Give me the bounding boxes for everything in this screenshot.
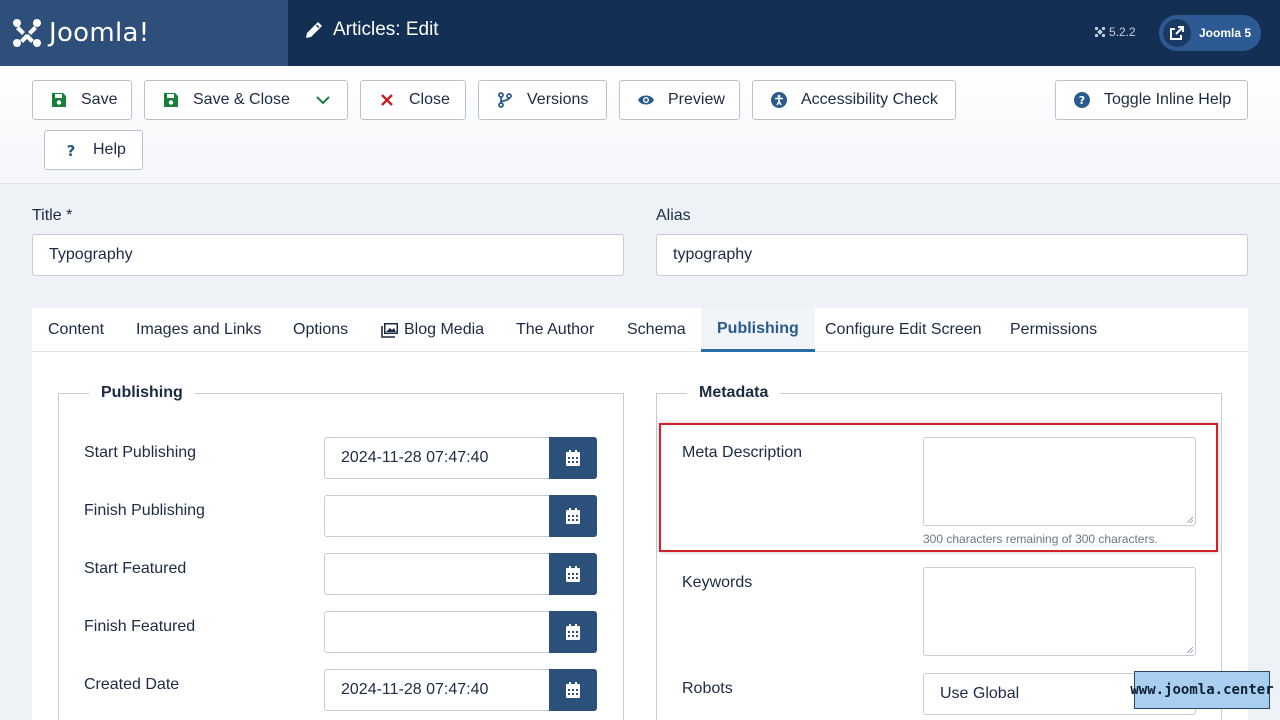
code-branch-icon (498, 92, 512, 108)
start-featured-label: Start Featured (84, 560, 187, 577)
tab-publishing[interactable]: Publishing (701, 308, 815, 352)
page-title: Articles: Edit (304, 19, 439, 41)
finish-publishing-calendar-button[interactable] (549, 495, 597, 537)
tab-blog-media-label: Blog Media (404, 321, 485, 338)
created-date-calendar-button[interactable] (549, 669, 597, 711)
tab-blog-media[interactable]: Blog Media (381, 308, 484, 352)
joomla-mini-icon (1094, 26, 1106, 38)
finish-publishing-input[interactable] (324, 495, 550, 537)
start-featured-input[interactable] (324, 553, 550, 595)
highlight-box (659, 423, 1218, 552)
dropdown-toggle[interactable] (315, 92, 331, 108)
accessibility-check-button[interactable]: Accessibility Check (752, 80, 956, 120)
start-publishing-input[interactable]: 2024-11-28 07:47:40 (324, 437, 550, 479)
tab-content[interactable]: Content (48, 308, 104, 352)
versions-button[interactable]: Versions (478, 80, 607, 120)
start-publishing-calendar-button[interactable] (549, 437, 597, 479)
title-input[interactable]: Typography (32, 234, 624, 276)
external-link-icon (1170, 26, 1184, 40)
metadata-legend: Metadata (687, 384, 781, 402)
resize-grip-icon[interactable] (1187, 647, 1193, 653)
calendar-icon (566, 450, 580, 466)
finish-featured-input[interactable] (324, 611, 550, 653)
robots-label: Robots (682, 680, 733, 697)
version-number: 5.2.2 (1109, 25, 1136, 39)
view-site-button[interactable]: Joomla 5 (1159, 15, 1261, 51)
keywords-label: Keywords (682, 574, 753, 591)
site-button-label: Joomla 5 (1199, 26, 1252, 40)
tab-bar: Content Images and Links Options Blog Me… (32, 308, 1248, 352)
start-featured-calendar-button[interactable] (549, 553, 597, 595)
page-title-text: Articles: Edit (333, 19, 439, 40)
watermark: www.joomla.center (1130, 671, 1274, 709)
start-publishing-label: Start Publishing (84, 444, 197, 461)
brand-name: Joomla! (49, 18, 150, 48)
floppy-disk-icon (164, 93, 178, 107)
svg-text:?: ? (67, 142, 76, 158)
question-circle-icon: ? (1074, 92, 1090, 108)
keywords-textarea[interactable] (923, 567, 1196, 656)
pencil-icon (306, 22, 322, 38)
preview-button[interactable]: Preview (619, 80, 740, 120)
top-header: Joomla! Articles: Edit 5.2.2 Joomla 5 (0, 0, 1280, 66)
tab-options[interactable]: Options (293, 308, 348, 352)
alias-label: Alias (656, 207, 691, 224)
calendar-icon (566, 566, 580, 582)
created-date-input[interactable]: 2024-11-28 07:47:40 (324, 669, 550, 711)
finish-featured-calendar-button[interactable] (549, 611, 597, 653)
close-button[interactable]: Close (360, 80, 466, 120)
help-button[interactable]: ? Help (44, 130, 143, 170)
tab-schema[interactable]: Schema (627, 308, 686, 352)
joomla-logo-icon (13, 19, 41, 47)
toolbar: Save Save & Close Close Versions Preview… (0, 66, 1280, 184)
save-button[interactable]: Save (32, 80, 132, 120)
tab-images-and-links[interactable]: Images and Links (136, 308, 261, 352)
brand[interactable]: Joomla! (0, 0, 288, 66)
save-close-label: Save & Close (193, 91, 290, 108)
alias-input[interactable]: typography (656, 234, 1248, 276)
question-icon: ? (67, 142, 76, 158)
save-close-button-group[interactable]: Save & Close (144, 80, 443, 120)
floppy-disk-icon (52, 93, 66, 107)
finish-featured-label: Finish Featured (84, 618, 196, 635)
tab-permissions[interactable]: Permissions (1010, 308, 1097, 352)
calendar-icon (566, 624, 580, 640)
images-icon (381, 323, 398, 338)
chevron-down-icon (316, 96, 330, 105)
tab-configure-edit-screen[interactable]: Configure Edit Screen (825, 308, 982, 352)
eye-icon (638, 95, 654, 105)
svg-text:?: ? (1079, 94, 1085, 107)
tab-the-author[interactable]: The Author (516, 308, 594, 352)
accessibility-icon (771, 92, 787, 108)
toggle-inline-help-button[interactable]: ? Toggle Inline Help (1055, 80, 1248, 120)
created-date-label: Created Date (84, 676, 180, 693)
finish-publishing-label: Finish Publishing (84, 502, 205, 519)
close-icon (381, 94, 393, 106)
publishing-legend: Publishing (89, 384, 195, 402)
calendar-icon (566, 682, 580, 698)
version-info: 5.2.2 (1094, 25, 1136, 39)
title-label: Title * (32, 207, 73, 224)
calendar-icon (566, 508, 580, 524)
